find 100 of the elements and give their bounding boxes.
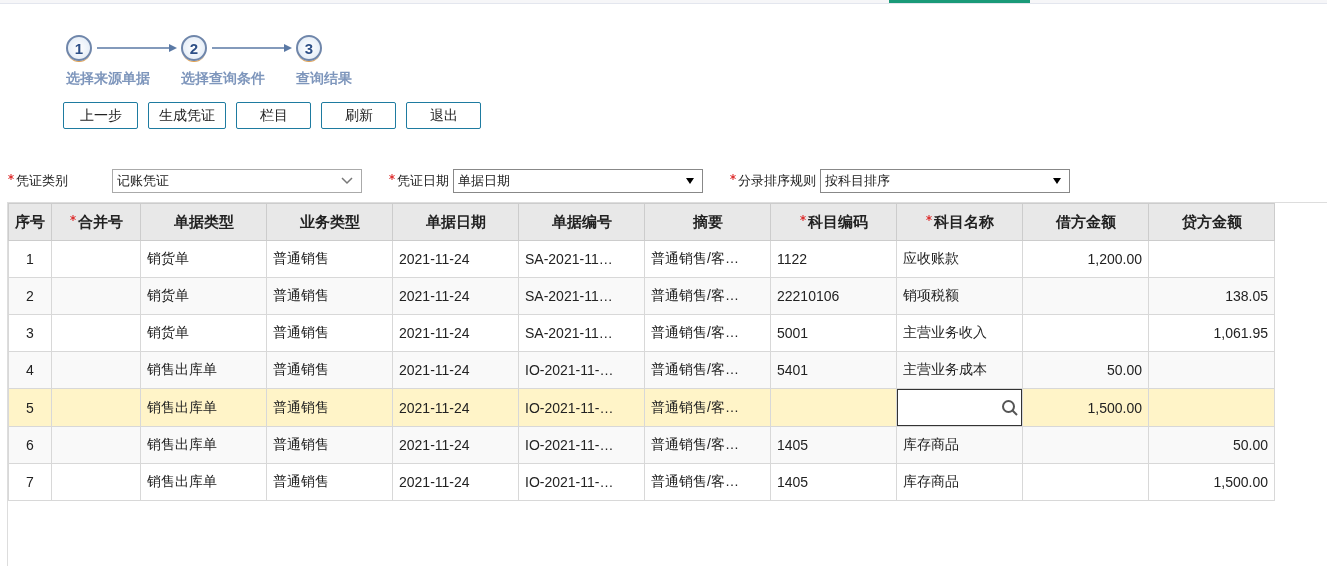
table-cell: 5 [26,399,34,416]
table-cell: 5001 [777,325,809,341]
search-icon [1001,398,1019,417]
column-header: 单据日期 [425,212,486,230]
column-header: 业务类型 [299,212,360,230]
arrow-icon [97,43,177,53]
table-cell: 库存商品 [903,436,959,452]
table-cell: 普通销售 [273,473,329,489]
table-cell: 1,061.95 [1213,325,1268,341]
table-cell: 销售出库单 [147,398,217,415]
table-cell: 1,500.00 [1087,399,1142,416]
table-row[interactable]: 6 销售出库单 普通销售 2021-11-24 IO-2021-11-… 普通销售/客… 1405 库存商品 50.00 [8,426,1275,464]
column-header: 单据类型 [173,212,234,230]
table-cell: 销项税额 [903,287,959,303]
column-header: 单据编号 [551,212,612,230]
table-cell: 销售出库单 [147,361,217,377]
column-header: 贷方金额 [1181,212,1242,230]
caret-icon [1053,177,1061,184]
table-cell: 1 [26,251,34,267]
chevron-down-icon [341,176,353,185]
table-cell: 2021-11-24 [399,362,470,378]
table-cell: 5401 [777,362,809,378]
step-number: 2 [181,35,207,61]
table-cell: 1,500.00 [1213,474,1268,490]
table-cell: SA-2021-11… [525,288,613,304]
dropdown-field[interactable]: 单据日期 [453,168,703,193]
column-header: 科目编码 [807,212,868,230]
caret-icon [686,177,694,184]
table-cell: 2021-11-24 [399,399,470,416]
table-cell: 50.00 [1106,362,1142,378]
table-cell: 50.00 [1232,437,1268,453]
table-row[interactable]: 3 销货单 普通销售 2021-11-24 SA-2021-11… 普通销售/客… 5001 主营业务收入 1,061.95 [8,314,1275,352]
table-cell: 2021-11-24 [399,437,470,453]
table-cell: 主营业务成本 [903,361,987,377]
input-field[interactable] [897,389,1022,426]
step-number: 3 [296,35,322,61]
table-cell: 销货单 [147,287,189,303]
column-header: 摘要 [692,212,723,230]
column-header: 科目名称 [933,212,994,230]
table-row[interactable]: 5 销售出库单 普通销售 2021-11-24 IO-2021-11-… 普通销售/客… 1,500.00 [8,388,1275,427]
table-cell: 普通销售 [273,436,329,452]
table-cell: 普通销售/客… [651,250,739,266]
table-cell: 普通销售 [273,398,329,415]
table-cell: 销货单 [147,324,189,340]
table-cell: SA-2021-11… [525,325,613,341]
step-label: 选择来源单据 [66,70,151,88]
filter-label: 凭证类别 [16,171,68,190]
table-cell: 销售出库单 [147,436,217,452]
table-row[interactable]: 4 销售出库单 普通销售 2021-11-24 IO-2021-11-… 普通销售/客… 5401 主营业务成本 50.00 [8,351,1275,389]
table-cell: 1122 [777,251,808,267]
table-cell: 2 [26,288,34,304]
filter-label: 凭证日期 [397,171,449,190]
table-cell: 销售出库单 [147,473,217,489]
table-cell: 普通销售/客… [651,287,739,303]
table-cell: 22210106 [777,288,840,304]
table-cell: 4 [26,362,34,378]
table-cell: 普通销售 [273,361,329,377]
table-row[interactable]: 1 销货单 普通销售 2021-11-24 SA-2021-11… 普通销售/客… 1122 应收账款 1,200.00 [8,240,1275,278]
toolbar-button[interactable]: 栏目 [236,102,311,129]
table-cell: IO-2021-11-… [525,437,614,453]
toolbar-button[interactable]: 退出 [406,102,481,129]
column-header: 序号 [15,212,45,230]
toolbar-button[interactable]: 刷新 [321,102,396,129]
table-cell: 普通销售 [273,324,329,340]
table-cell: 2021-11-24 [399,325,470,341]
table-cell: 7 [26,474,34,490]
column-header: 合并号 [77,212,123,230]
table-cell: 普通销售/客… [651,324,739,340]
table-cell: 2021-11-24 [399,251,470,267]
arrow-icon [212,43,292,53]
column-header: 借方金额 [1055,212,1116,230]
toolbar-button[interactable]: 上一步 [63,102,138,129]
table-cell: IO-2021-11-… [525,399,614,416]
table-row[interactable]: 7 销售出库单 普通销售 2021-11-24 IO-2021-11-… 普通销售/客… 1405 库存商品 1,500.00 [8,463,1275,501]
table-cell: 普通销售 [273,250,329,266]
table-cell: 普通销售/客… [651,473,739,489]
table-cell: 普通销售 [273,287,329,303]
table-cell: 2021-11-24 [399,288,470,304]
table-cell: 1405 [777,474,809,490]
table-cell: 应收账款 [903,250,959,266]
table-cell: 普通销售/客… [651,436,739,452]
table-cell: IO-2021-11-… [525,474,614,490]
table-cell: IO-2021-11-… [525,362,614,378]
step-number: 1 [66,35,92,61]
table-cell: 3 [26,325,34,341]
select-field[interactable]: 记账凭证 [112,168,362,193]
filter-label: 分录排序规则 [738,171,816,190]
table-cell: 普通销售/客… [651,398,739,415]
table-cell: 1405 [777,437,809,453]
table-cell: 1,200.00 [1087,251,1142,267]
table-cell: 2021-11-24 [399,474,470,490]
step-label: 选择查询条件 [181,70,266,88]
step-label: 查询结果 [296,70,353,88]
table-cell: SA-2021-11… [525,251,613,267]
table-cell: 6 [26,437,34,453]
table-row[interactable]: 2 销货单 普通销售 2021-11-24 SA-2021-11… 普通销售/客… 22210106 销项税额 138.05 [8,277,1275,315]
toolbar-button[interactable]: 生成凭证 [148,102,226,129]
table-cell: 138.05 [1225,288,1268,304]
table-cell: 主营业务收入 [903,324,987,340]
dropdown-field[interactable]: 按科目排序 [820,168,1070,193]
